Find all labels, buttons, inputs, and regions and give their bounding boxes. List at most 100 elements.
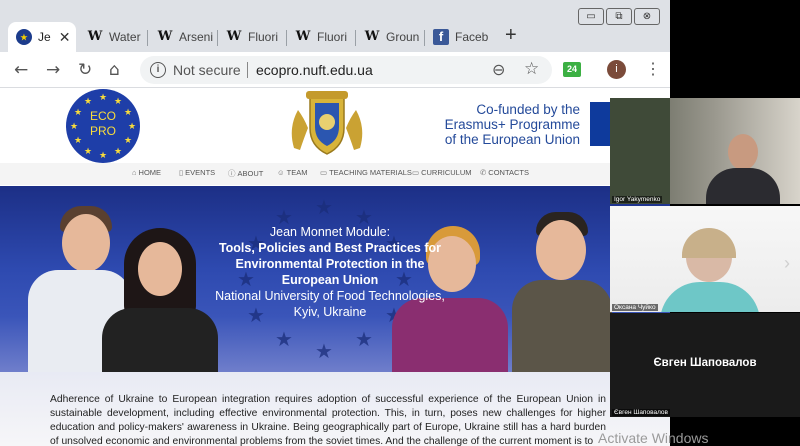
book-icon: ▭ [320,168,328,177]
tab-title: Arseni [179,30,214,44]
info-icon: ⓘ [228,169,236,178]
hero-module-label: Jean Monnet Module: [269,225,391,239]
reload-icon[interactable]: ↻ [78,60,92,80]
nav-events[interactable]: ▯ EVENTS [179,168,215,177]
maximize-button[interactable]: ⧉ [606,8,632,25]
window-controls: ▭ ⧉ ⊗ [578,8,660,25]
nav-teaching-materials[interactable]: ▭ TEACHING MATERIALS [320,168,412,177]
participant-body [660,282,760,312]
tab-title: Fluori [317,30,348,44]
hero-title: Tools, Policies and Best Practices for E… [218,241,442,287]
wikipedia-icon: W [87,29,103,44]
site-nav: ⌂ HOME ▯ EVENTS ⓘ ABOUT ☺ TEAM ▭ TEACHING MAT… [0,163,670,185]
bookmark-star-icon[interactable]: ☆ [524,59,539,79]
tab-active[interactable]: ★ Je ✕ [8,22,76,52]
nav-about[interactable]: ⓘ ABOUT [228,168,263,179]
address-bar[interactable]: i Not secure ecopro.nuft.edu.ua ⊖ ☆ [140,56,552,84]
participant-name-label: Оксана Чуйко [612,304,658,311]
tab-fluoride-1[interactable]: W Fluori [218,22,287,52]
plant-background [610,98,670,204]
person-photo [512,212,612,372]
participant-display-name: Євген Шаповалов [653,357,757,369]
team-icon: ☺ [277,168,285,177]
tab-fluoride-2[interactable]: W Fluori [287,22,356,52]
article-section: Adherence of Ukraine to European integra… [0,372,670,446]
svg-text:★: ★ [355,327,373,351]
tab-title: Je [38,30,51,44]
nav-curriculum[interactable]: ▭ CURRICULUM [412,168,472,177]
cofunded-line: Co-funded by the [476,102,580,117]
tab-title: Groun [386,30,420,44]
nav-label: TEAM [286,168,308,177]
university-crest-logo[interactable] [286,88,368,160]
participant-head [728,134,758,170]
ecopro-logo[interactable]: ★ ★ ★ ★ ★ ★ ★ ★ ★ ★ ★ ★ ECO PRO [66,89,140,163]
nav-home[interactable]: ⌂ HOME [132,168,161,177]
participant-hair [682,228,736,258]
wikipedia-icon: W [226,29,242,44]
close-tab-icon[interactable]: ✕ [59,29,71,46]
tab-arsenic[interactable]: W Arseni [149,22,218,52]
zoom-icon[interactable]: ⊖ [492,60,505,80]
nav-label: EVENTS [185,168,216,177]
cofunded-label: Co-funded by the Erasmus+ Programme of t… [440,102,580,147]
windows-activation-watermark: Activate Windows [598,430,709,446]
tab-title: Faceb [455,30,489,44]
svg-text:★: ★ [315,195,333,219]
logo-text: ECO [89,109,116,123]
nav-label: CURRICULUM [421,168,472,177]
video-tile-participant-3[interactable]: Євген Шаповалов Євген Шаповалов [610,313,800,417]
svg-text:★: ★ [315,339,333,363]
new-tab-button[interactable]: + [505,24,517,47]
tab-separator [147,30,148,46]
web-page: ★ ★ ★ ★ ★ ★ ★ ★ ★ ★ ★ ★ ECO PRO Co-funded… [0,88,670,446]
person-photo [98,228,222,372]
extension-icon[interactable]: 24 [563,62,581,77]
wikipedia-icon: W [364,29,380,44]
tab-groundwater[interactable]: W Groun [356,22,425,52]
nav-label: TEACHING MATERIALS [329,168,412,177]
video-tile-participant-1[interactable]: Igor Yakymenko [610,98,800,204]
wikipedia-icon: W [157,29,173,44]
tab-title: Water [109,30,141,44]
tab-water[interactable]: W Water [79,22,148,52]
cofunded-line: Erasmus+ Programme [444,117,580,132]
forward-icon[interactable]: → [46,60,60,80]
bookmark-icon: ▯ [179,168,184,177]
minimize-button[interactable]: ▭ [578,8,604,25]
logo-text: PRO [89,124,116,138]
hero-institution: National University of Food Technologies… [215,289,445,303]
hero-banner: ★★★ ★★★ ★★★ ★★★ [0,186,670,372]
nav-label: CONTACTS [488,168,529,177]
nav-label: ABOUT [237,169,264,178]
security-label: Not secure [173,62,241,78]
folder-icon: ▭ [412,168,420,177]
nav-label: HOME [138,168,162,177]
participant-name-label: Євген Шаповалов [612,409,670,416]
video-tile-participant-2[interactable]: Оксана Чуйко [610,206,800,312]
kebab-menu-icon[interactable]: ⋮ [645,59,661,79]
article-paragraph: Adherence of Ukraine to European integra… [50,394,606,446]
wikipedia-icon: W [295,29,311,44]
home-icon: ⌂ [132,168,137,177]
close-window-button[interactable]: ⊗ [634,8,660,25]
participant-name-label: Igor Yakymenko [612,196,663,203]
phone-icon: ✆ [480,168,487,177]
url-text[interactable]: ecopro.nuft.edu.ua [256,62,373,78]
back-icon[interactable]: ← [14,60,28,80]
hero-city: Kyiv, Ukraine [293,305,367,319]
hero-text: Jean Monnet Module: Tools, Policies and … [215,224,445,320]
nav-contacts[interactable]: ✆ CONTACTS [480,168,529,177]
browser-window: ★ Je ✕ W Water W Arseni W Fluori W Fluor… [0,0,670,446]
nav-team[interactable]: ☺ TEAM [277,168,308,177]
home-icon[interactable]: ⌂ [109,60,120,80]
cofunded-line: of the European Union [444,132,580,147]
tab-facebook[interactable]: f Faceb [425,22,494,52]
chevron-right-icon[interactable]: › [784,253,790,274]
participant-body [706,168,780,204]
info-icon[interactable]: i [150,62,166,78]
omnibox-divider [247,62,248,78]
profile-avatar[interactable]: i [607,60,626,79]
tab-title: Fluori [248,30,279,44]
facebook-icon: f [433,29,449,45]
